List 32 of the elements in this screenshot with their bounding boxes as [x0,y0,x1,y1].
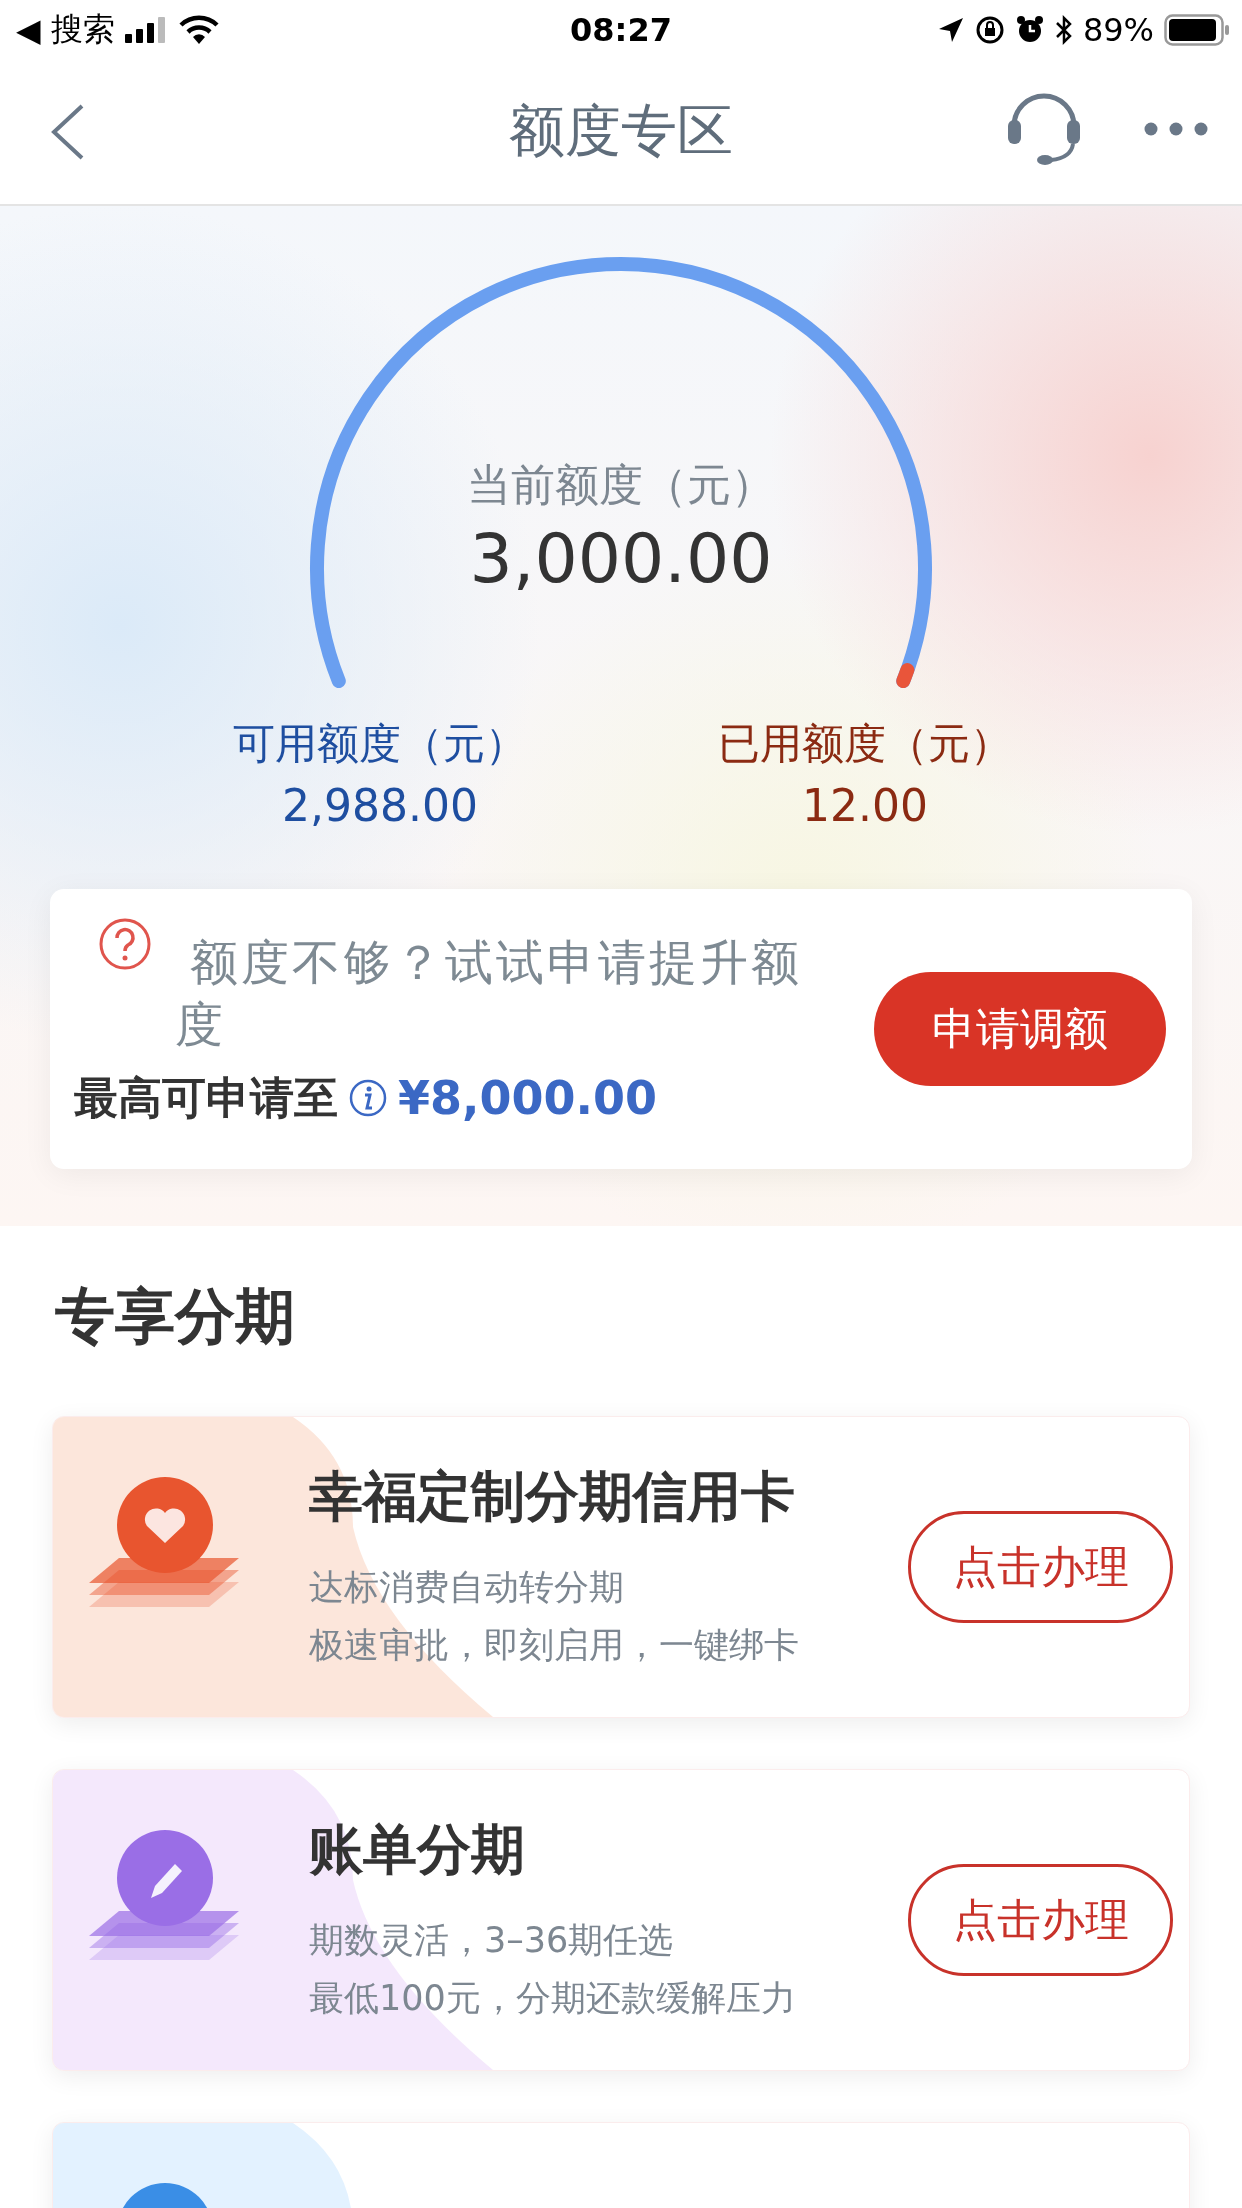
apply-button[interactable]: 点击办理 [908,1511,1173,1623]
used-value: 12.00 [801,780,929,831]
wifi-icon [178,15,219,45]
max-limit-value: ¥8,000.00 [398,1071,657,1125]
back-glyph[interactable]: ◀ [16,11,41,49]
available-value: 2,988.00 [281,780,479,831]
more-icon[interactable] [1144,122,1208,136]
product-description: 达标消费自动转分期 [309,1565,625,1609]
carrier-text: 搜索 [50,9,115,50]
section-title: 专享分期 [55,1280,296,1353]
page-title: 额度专区 [509,97,733,165]
gauge-amount: 3,000.00 [468,519,774,598]
product-description: 最低100元，分期还款缓解压力 [309,1976,796,2020]
battery-percent: 89% [1082,11,1154,49]
gauge-title: 当前额度（元） [466,458,776,512]
available-label: 可用额度（元） [232,718,528,770]
bluetooth-icon [1054,15,1073,45]
rotation-lock-icon [974,15,1005,45]
max-limit-label: 最高可申请至 [74,1070,338,1125]
status-time: 08:27 [570,11,672,49]
question-icon [98,917,152,971]
used-label: 已用额度（元） [717,718,1013,770]
product-description: 极速审批，即刻启用，一键绑卡 [309,1623,799,1667]
promo-hint: 额度不够？试试申请提升额度 [175,932,803,1054]
info-icon[interactable] [348,1078,388,1118]
battery-icon [1164,14,1230,46]
alarm-icon [1014,15,1045,45]
apply-adjust-button[interactable]: 申请调额 [874,972,1166,1086]
product-description: 期数灵活，3–36期任选 [309,1918,675,1962]
product-title: 幸福定制分期信用卡 [309,1463,796,1530]
product-title: 账单分期 [309,1816,526,1883]
apply-button[interactable]: 点击办理 [908,1864,1173,1976]
